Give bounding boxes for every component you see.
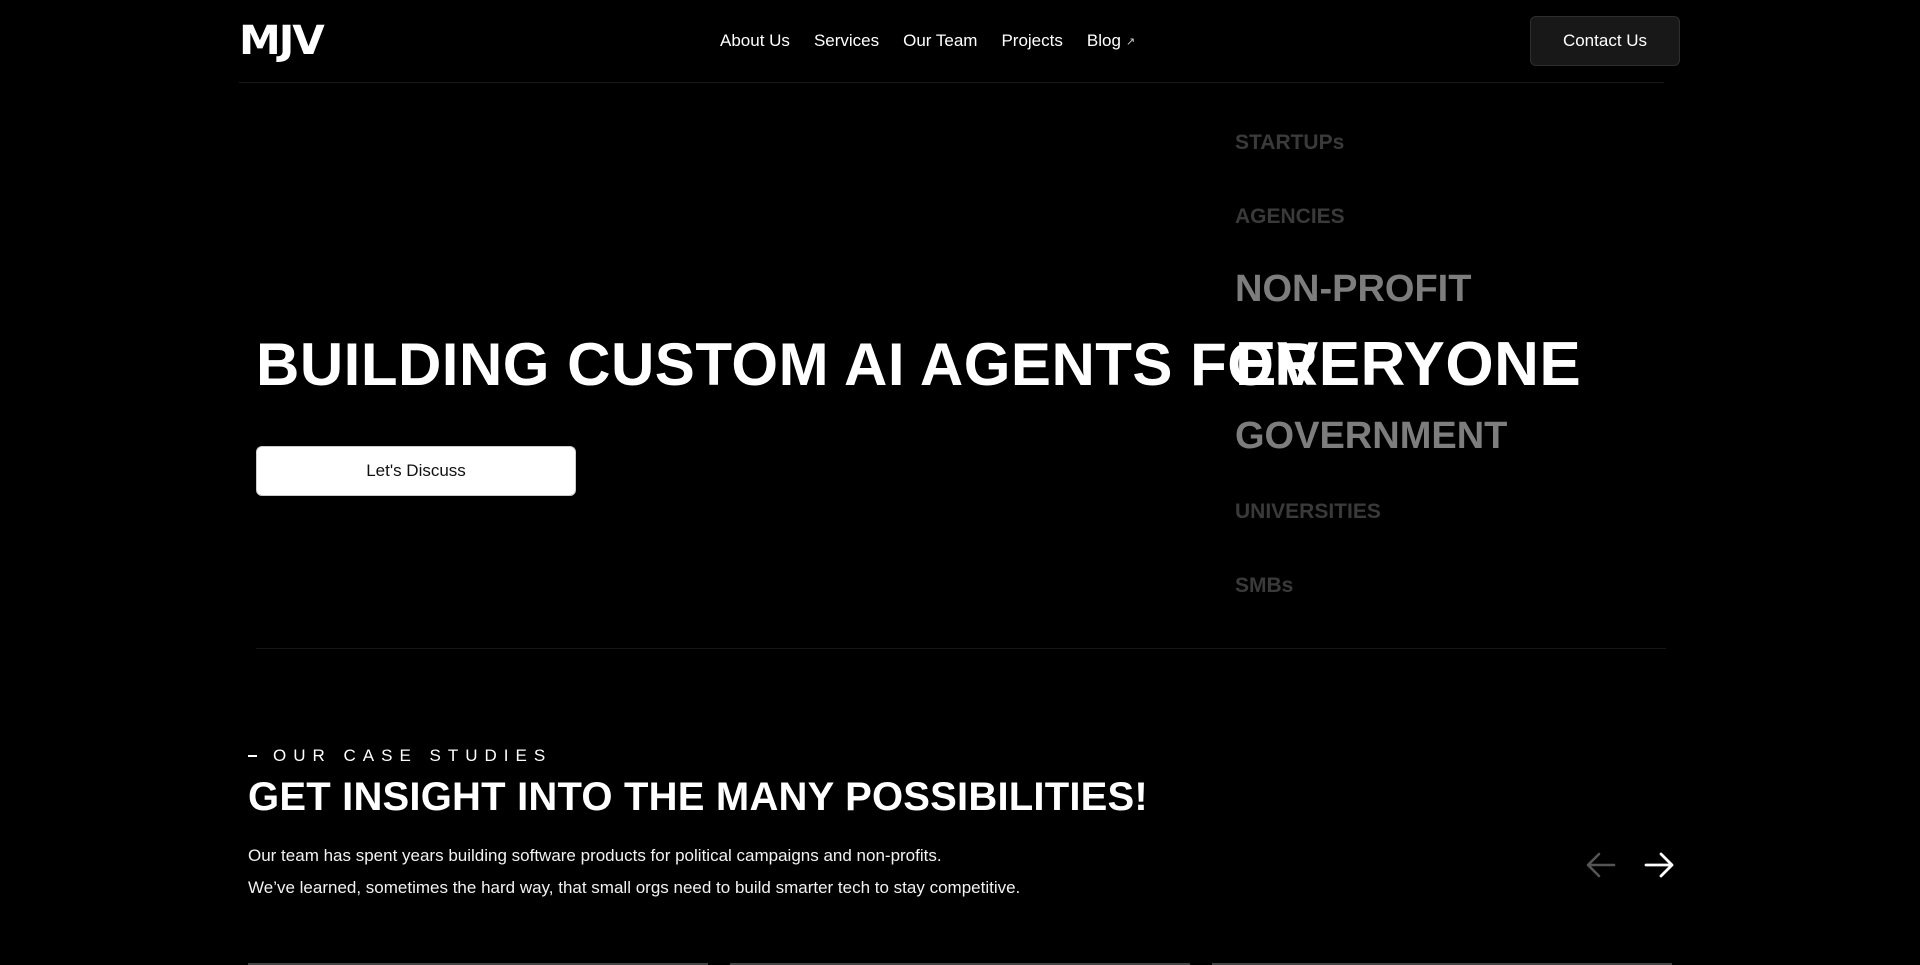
audience-universities: UNIVERSITIES (1235, 500, 1381, 523)
case-studies-title: GET INSIGHT INTO THE MANY POSSIBILITIES! (248, 775, 1148, 819)
main-nav: About Us Services Our Team Projects Blog… (720, 29, 1135, 53)
audience-smbs: SMBs (1235, 574, 1294, 597)
audience-non-profit: NON-PROFIT (1235, 268, 1472, 310)
audience-startups: STARTUPs (1235, 131, 1345, 154)
nav-our-team-label: Our Team (903, 31, 978, 50)
case-studies-eyebrow: OUR CASE STUDIES (248, 746, 552, 766)
case-studies-description: Our team has spent years building softwa… (248, 840, 1020, 904)
hero-title: BUILDING CUSTOM AI AGENTS FOR (256, 331, 1319, 398)
audience-rotator: STARTUPs AGENCIES NON-PROFIT EVERYONE GO… (1235, 0, 1655, 640)
audience-everyone: EVERYONE (1235, 330, 1582, 399)
nav-blog-label: Blog (1086, 31, 1121, 50)
logo[interactable]: MJV (239, 21, 325, 61)
audience-agencies: AGENCIES (1235, 205, 1345, 228)
description-line-2: We’ve learned, sometimes the hard way, t… (248, 878, 1021, 897)
description-line-1: Our team has spent years building softwa… (248, 846, 942, 865)
lets-discuss-button[interactable]: Let's Discuss (256, 446, 576, 496)
eyebrow-dash (248, 755, 257, 757)
nav-about-us[interactable]: About Us (720, 31, 790, 51)
eyebrow-label: OUR CASE STUDIES (273, 746, 553, 765)
nav-our-team[interactable]: Our Team (903, 31, 977, 51)
nav-about-us-label: About Us (720, 31, 790, 50)
arrow-left-icon[interactable] (1584, 848, 1618, 882)
carousel-controls (1584, 848, 1676, 882)
nav-projects[interactable]: Projects (1001, 31, 1062, 51)
audience-government: GOVERNMENT (1235, 415, 1508, 457)
nav-blog[interactable]: Blog ↗ (1087, 31, 1135, 51)
nav-services[interactable]: Services (814, 31, 879, 51)
nav-services-label: Services (813, 31, 880, 50)
nav-projects-label: Projects (1001, 31, 1063, 50)
page: MJV About Us Services Our Team Projects … (0, 0, 1920, 965)
hero-divider (256, 648, 1666, 649)
external-link-icon: ↗ (1125, 35, 1136, 48)
arrow-right-icon[interactable] (1642, 848, 1676, 882)
